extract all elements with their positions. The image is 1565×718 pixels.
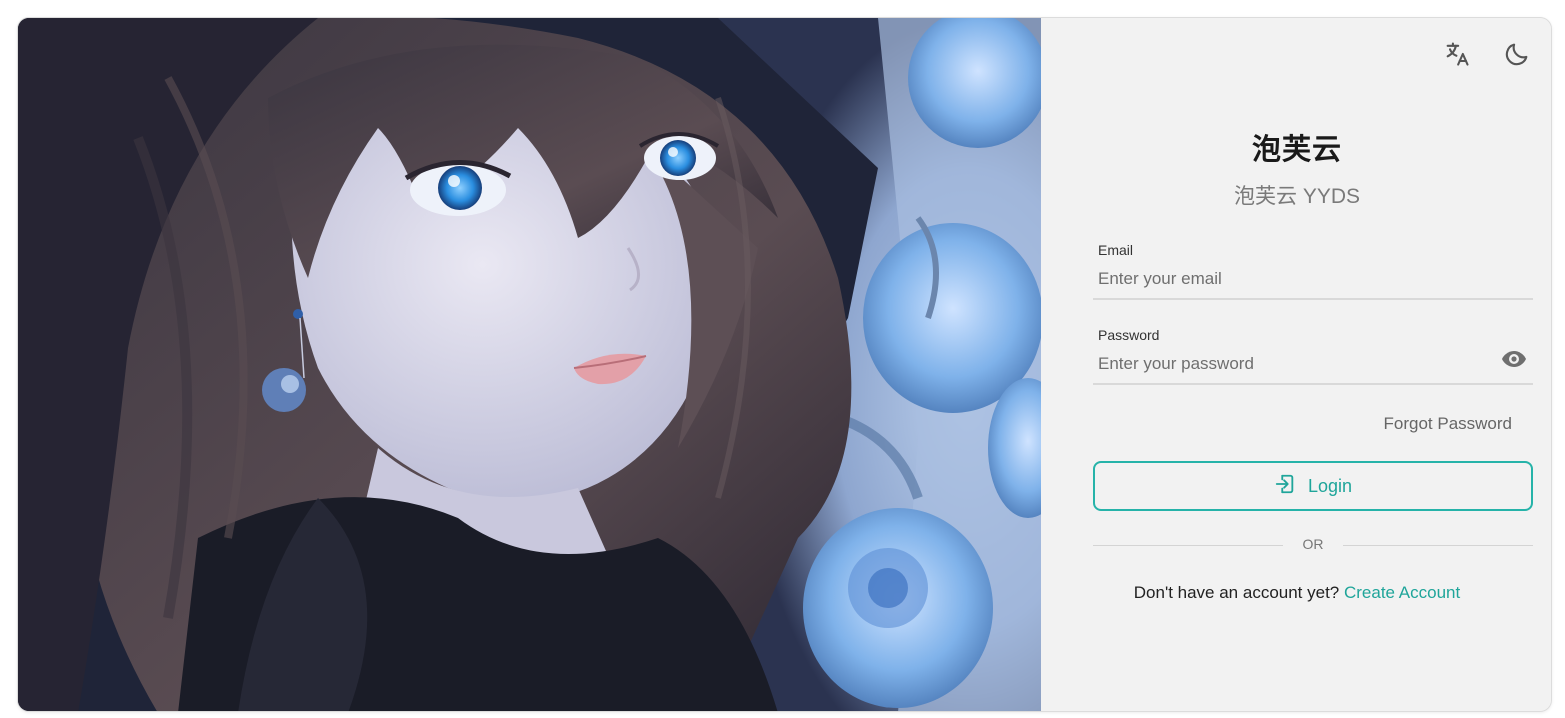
anime-girl-illustration	[18, 18, 1041, 711]
email-input[interactable]	[1098, 266, 1488, 292]
hero-artwork	[18, 18, 1041, 711]
login-card: 泡芙云 泡芙云 YYDS Email Password Forgot Passw…	[17, 17, 1552, 712]
forgot-password-link[interactable]: Forgot Password	[1384, 414, 1513, 434]
login-button[interactable]: Login	[1093, 461, 1533, 511]
password-label: Password	[1098, 327, 1160, 343]
or-label: OR	[1302, 536, 1324, 552]
or-divider: OR	[1093, 535, 1533, 555]
moon-icon[interactable]	[1501, 38, 1533, 70]
app-title: 泡芙云	[1251, 134, 1342, 166]
login-label: Login	[1307, 475, 1353, 496]
password-input[interactable]	[1098, 351, 1488, 377]
translate-icon[interactable]	[1441, 38, 1473, 70]
login-panel: 泡芙云 泡芙云 YYDS Email Password Forgot Passw…	[1041, 18, 1551, 711]
divider-line-right	[1343, 545, 1533, 546]
email-field: Email	[1093, 240, 1533, 300]
email-label: Email	[1098, 242, 1134, 258]
eye-icon[interactable]	[1501, 349, 1527, 369]
password-field: Password	[1093, 325, 1533, 385]
create-account-link[interactable]: Create Account	[1344, 583, 1460, 602]
signup-text: Don't have an account yet?	[1133, 583, 1344, 602]
signup-prompt: Don't have an account yet? Create Accoun…	[1041, 583, 1551, 603]
login-icon	[1274, 473, 1296, 500]
app-subtitle: 泡芙云 YYDS	[1233, 185, 1361, 208]
